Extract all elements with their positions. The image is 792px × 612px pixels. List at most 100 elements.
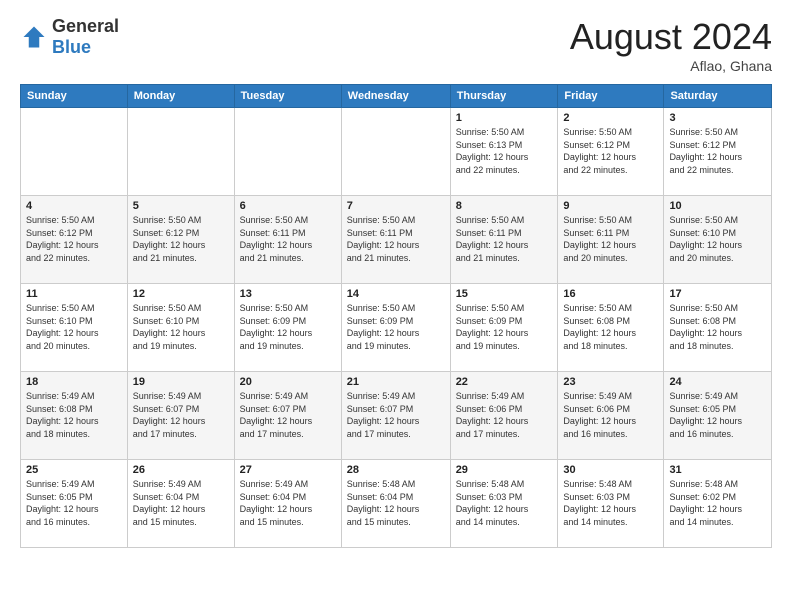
day-info: Sunrise: 5:50 AMSunset: 6:11 PMDaylight:… xyxy=(563,214,658,264)
calendar-week-3: 11 Sunrise: 5:50 AMSunset: 6:10 PMDayligh… xyxy=(21,284,772,372)
day-info: Sunrise: 5:49 AMSunset: 6:06 PMDaylight:… xyxy=(563,390,658,440)
day-number: 11 xyxy=(26,288,122,300)
day-number: 13 xyxy=(240,288,336,300)
weekday-header-wednesday: Wednesday xyxy=(341,85,450,108)
calendar-cell xyxy=(234,108,341,196)
calendar-cell: 11 Sunrise: 5:50 AMSunset: 6:10 PMDayligh… xyxy=(21,284,128,372)
calendar-cell xyxy=(341,108,450,196)
day-number: 12 xyxy=(133,288,229,300)
calendar-cell: 2Sunrise: 5:50 AMSunset: 6:12 PMDaylight… xyxy=(558,108,664,196)
calendar-cell: 18Sunrise: 5:49 AMSunset: 6:08 PMDayligh… xyxy=(21,372,128,460)
calendar-cell: 1Sunrise: 5:50 AMSunset: 6:13 PMDaylight… xyxy=(450,108,558,196)
calendar-cell xyxy=(127,108,234,196)
calendar-cell: 27 Sunrise: 5:49 AMSunset: 6:04 PMDayligh… xyxy=(234,460,341,548)
day-info: Sunrise: 5:50 AMSunset: 6:11 PMDaylight:… xyxy=(456,214,553,264)
day-number: 29 xyxy=(456,464,553,476)
calendar-cell: 28Sunrise: 5:48 AMSunset: 6:04 PMDayligh… xyxy=(341,460,450,548)
calendar-cell: 19Sunrise: 5:49 AMSunset: 6:07 PMDayligh… xyxy=(127,372,234,460)
logo: General Blue xyxy=(20,16,119,58)
day-number: 5 xyxy=(133,200,229,212)
calendar-cell: 10 Sunrise: 5:50 AMSunset: 6:10 PMDayligh… xyxy=(664,196,772,284)
day-info: Sunrise: 5:50 AMSunset: 6:12 PMDaylight:… xyxy=(133,214,229,264)
day-number: 23 xyxy=(563,376,658,388)
day-number: 17 xyxy=(669,288,766,300)
logo-general: General xyxy=(52,16,119,36)
calendar-cell: 16Sunrise: 5:50 AMSunset: 6:08 PMDayligh… xyxy=(558,284,664,372)
day-number: 31 xyxy=(669,464,766,476)
day-number: 8 xyxy=(456,200,553,212)
day-number: 20 xyxy=(240,376,336,388)
calendar-cell: 3Sunrise: 5:50 AMSunset: 6:12 PMDaylight… xyxy=(664,108,772,196)
day-number: 19 xyxy=(133,376,229,388)
day-number: 10 xyxy=(669,200,766,212)
logo-blue: Blue xyxy=(52,37,91,57)
day-info: Sunrise: 5:48 AMSunset: 6:02 PMDaylight:… xyxy=(669,478,766,528)
day-info: Sunrise: 5:49 AMSunset: 6:07 PMDaylight:… xyxy=(240,390,336,440)
calendar-cell: 22 Sunrise: 5:49 AMSunset: 6:06 PMDayligh… xyxy=(450,372,558,460)
calendar-cell: 25Sunrise: 5:49 AMSunset: 6:05 PMDayligh… xyxy=(21,460,128,548)
calendar-cell: 29Sunrise: 5:48 AMSunset: 6:03 PMDayligh… xyxy=(450,460,558,548)
day-info: Sunrise: 5:50 AMSunset: 6:09 PMDaylight:… xyxy=(347,302,445,352)
day-number: 22 xyxy=(456,376,553,388)
day-number: 24 xyxy=(669,376,766,388)
day-info: Sunrise: 5:50 AMSunset: 6:10 PMDaylight:… xyxy=(133,302,229,352)
calendar-cell: 26Sunrise: 5:49 AMSunset: 6:04 PMDayligh… xyxy=(127,460,234,548)
calendar-cell: 12 Sunrise: 5:50 AMSunset: 6:10 PMDayligh… xyxy=(127,284,234,372)
day-number: 30 xyxy=(563,464,658,476)
day-number: 1 xyxy=(456,112,553,124)
day-info: Sunrise: 5:49 AMSunset: 6:07 PMDaylight:… xyxy=(347,390,445,440)
calendar-cell: 5 Sunrise: 5:50 AMSunset: 6:12 PMDaylight… xyxy=(127,196,234,284)
day-info: Sunrise: 5:50 AMSunset: 6:11 PMDaylight:… xyxy=(240,214,336,264)
day-info: Sunrise: 5:50 AMSunset: 6:10 PMDaylight:… xyxy=(26,302,122,352)
calendar-cell: 13 Sunrise: 5:50 AMSunset: 6:09 PMDayligh… xyxy=(234,284,341,372)
calendar-week-5: 25Sunrise: 5:49 AMSunset: 6:05 PMDayligh… xyxy=(21,460,772,548)
day-number: 21 xyxy=(347,376,445,388)
calendar-cell: 14Sunrise: 5:50 AMSunset: 6:09 PMDayligh… xyxy=(341,284,450,372)
weekday-header-thursday: Thursday xyxy=(450,85,558,108)
day-info: Sunrise: 5:50 AMSunset: 6:12 PMDaylight:… xyxy=(669,126,766,176)
day-number: 27 xyxy=(240,464,336,476)
calendar-week-2: 4 Sunrise: 5:50 AMSunset: 6:12 PMDaylight… xyxy=(21,196,772,284)
page: General Blue August 2024 Aflao, Ghana Su… xyxy=(0,0,792,612)
day-info: Sunrise: 5:50 AMSunset: 6:08 PMDaylight:… xyxy=(563,302,658,352)
location: Aflao, Ghana xyxy=(570,58,772,74)
calendar-cell: 20 Sunrise: 5:49 AMSunset: 6:07 PMDayligh… xyxy=(234,372,341,460)
day-info: Sunrise: 5:49 AMSunset: 6:05 PMDaylight:… xyxy=(26,478,122,528)
day-info: Sunrise: 5:50 AMSunset: 6:12 PMDaylight:… xyxy=(26,214,122,264)
calendar-cell: 21 Sunrise: 5:49 AMSunset: 6:07 PMDayligh… xyxy=(341,372,450,460)
day-info: Sunrise: 5:48 AMSunset: 6:03 PMDaylight:… xyxy=(563,478,658,528)
day-info: Sunrise: 5:49 AMSunset: 6:04 PMDaylight:… xyxy=(133,478,229,528)
weekday-header-friday: Friday xyxy=(558,85,664,108)
day-info: Sunrise: 5:50 AMSunset: 6:09 PMDaylight:… xyxy=(240,302,336,352)
month-title: August 2024 xyxy=(570,16,772,58)
weekday-header-sunday: Sunday xyxy=(21,85,128,108)
weekday-header-tuesday: Tuesday xyxy=(234,85,341,108)
day-number: 6 xyxy=(240,200,336,212)
logo-icon xyxy=(20,23,48,51)
calendar-cell: 24 Sunrise: 5:49 AMSunset: 6:05 PMDayligh… xyxy=(664,372,772,460)
day-info: Sunrise: 5:50 AMSunset: 6:09 PMDaylight:… xyxy=(456,302,553,352)
weekday-header-row: SundayMondayTuesdayWednesdayThursdayFrid… xyxy=(21,85,772,108)
calendar-cell: 4 Sunrise: 5:50 AMSunset: 6:12 PMDaylight… xyxy=(21,196,128,284)
calendar-cell: 15Sunrise: 5:50 AMSunset: 6:09 PMDayligh… xyxy=(450,284,558,372)
title-block: August 2024 Aflao, Ghana xyxy=(570,16,772,74)
weekday-header-monday: Monday xyxy=(127,85,234,108)
day-number: 18 xyxy=(26,376,122,388)
calendar-cell: 7 Sunrise: 5:50 AMSunset: 6:11 PMDaylight… xyxy=(341,196,450,284)
day-info: Sunrise: 5:49 AMSunset: 6:06 PMDaylight:… xyxy=(456,390,553,440)
day-info: Sunrise: 5:50 AMSunset: 6:10 PMDaylight:… xyxy=(669,214,766,264)
day-number: 4 xyxy=(26,200,122,212)
calendar-cell: 8 Sunrise: 5:50 AMSunset: 6:11 PMDaylight… xyxy=(450,196,558,284)
day-info: Sunrise: 5:50 AMSunset: 6:11 PMDaylight:… xyxy=(347,214,445,264)
calendar-cell: 9Sunrise: 5:50 AMSunset: 6:11 PMDaylight… xyxy=(558,196,664,284)
calendar-cell: 17 Sunrise: 5:50 AMSunset: 6:08 PMDayligh… xyxy=(664,284,772,372)
day-number: 7 xyxy=(347,200,445,212)
day-info: Sunrise: 5:49 AMSunset: 6:04 PMDaylight:… xyxy=(240,478,336,528)
calendar-cell: 31 Sunrise: 5:48 AMSunset: 6:02 PMDayligh… xyxy=(664,460,772,548)
calendar-cell xyxy=(21,108,128,196)
calendar-week-4: 18Sunrise: 5:49 AMSunset: 6:08 PMDayligh… xyxy=(21,372,772,460)
day-number: 28 xyxy=(347,464,445,476)
day-info: Sunrise: 5:49 AMSunset: 6:05 PMDaylight:… xyxy=(669,390,766,440)
day-info: Sunrise: 5:50 AMSunset: 6:08 PMDaylight:… xyxy=(669,302,766,352)
day-number: 2 xyxy=(563,112,658,124)
